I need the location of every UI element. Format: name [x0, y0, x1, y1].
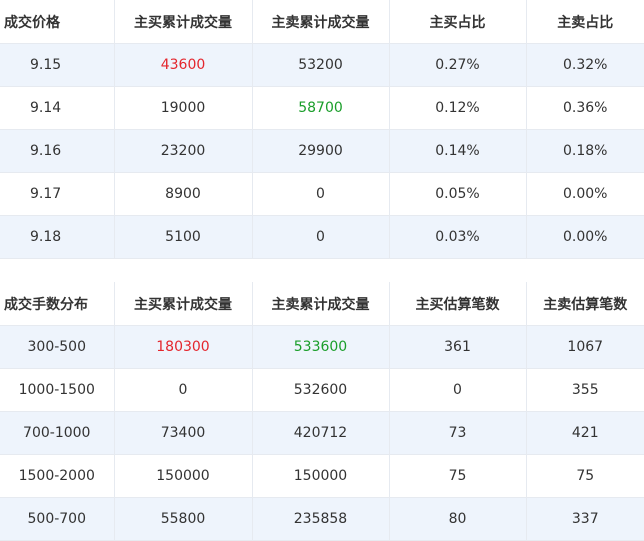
lot-range-cell: 700-1000 — [0, 411, 114, 455]
header-buy-volume[interactable]: 主买累计成交量 — [113, 282, 252, 326]
sell-ratio-cell: 0.36% — [525, 86, 644, 130]
buy-volume-cell: 19000 — [113, 86, 252, 130]
sell-ratio-cell: 0.00% — [525, 172, 644, 216]
table-row: 9.17 8900 0 0.05% 0.00% — [0, 172, 644, 216]
table-row: 700-1000 73400 420712 73 421 — [0, 411, 644, 455]
sell-volume-cell: 53200 — [251, 43, 389, 87]
sell-ratio-cell: 0.00% — [525, 215, 644, 259]
header-buy-volume[interactable]: 主买累计成交量 — [113, 0, 252, 44]
buy-volume-cell: 0 — [113, 368, 252, 412]
buy-ratio-cell: 0.03% — [388, 215, 526, 259]
sell-volume-cell: 420712 — [251, 411, 389, 455]
sell-count-cell: 355 — [525, 368, 644, 412]
header-sell-count[interactable]: 主卖估算笔数 — [525, 282, 644, 326]
table-header-row: 成交价格 主买累计成交量 主卖累计成交量 主买占比 主卖占比 — [0, 0, 644, 44]
buy-count-cell: 361 — [388, 325, 526, 369]
table-row: 500-700 55800 235858 80 337 — [0, 497, 644, 541]
table-row: 300-500 180300 533600 361 1067 — [0, 325, 644, 369]
buy-volume-cell: 150000 — [113, 454, 252, 498]
buy-volume-cell: 5100 — [113, 215, 252, 259]
lot-range-cell: 1000-1500 — [0, 368, 114, 412]
section-gap — [0, 261, 644, 282]
header-sell-volume[interactable]: 主卖累计成交量 — [251, 0, 389, 44]
header-sell-volume[interactable]: 主卖累计成交量 — [251, 282, 389, 326]
buy-volume-cell: 180300 — [113, 325, 252, 369]
sell-count-cell: 1067 — [525, 325, 644, 369]
sell-volume-cell: 150000 — [251, 454, 389, 498]
price-cell: 9.17 — [0, 172, 114, 216]
table-row: 9.18 5100 0 0.03% 0.00% — [0, 215, 644, 259]
buy-ratio-cell: 0.27% — [388, 43, 526, 87]
header-buy-ratio[interactable]: 主买占比 — [388, 0, 526, 44]
price-distribution-table: 成交价格 主买累计成交量 主卖累计成交量 主买占比 主卖占比 9.15 4360… — [0, 0, 644, 259]
table-row: 1000-1500 0 532600 0 355 — [0, 368, 644, 412]
sell-volume-cell: 532600 — [251, 368, 389, 412]
sell-count-cell: 75 — [525, 454, 644, 498]
buy-count-cell: 0 — [388, 368, 526, 412]
buy-volume-cell: 43600 — [113, 43, 252, 87]
table-row: 9.15 43600 53200 0.27% 0.32% — [0, 43, 644, 87]
sell-volume-cell: 235858 — [251, 497, 389, 541]
buy-count-cell: 75 — [388, 454, 526, 498]
buy-volume-cell: 73400 — [113, 411, 252, 455]
sell-volume-cell: 29900 — [251, 129, 389, 173]
lot-range-cell: 1500-2000 — [0, 454, 114, 498]
price-cell: 9.18 — [0, 215, 114, 259]
price-cell: 9.14 — [0, 86, 114, 130]
table-row: 1500-2000 150000 150000 75 75 — [0, 454, 644, 498]
sell-ratio-cell: 0.32% — [525, 43, 644, 87]
sell-volume-cell: 58700 — [251, 86, 389, 130]
buy-volume-cell: 8900 — [113, 172, 252, 216]
lot-size-distribution-table: 成交手数分布 主买累计成交量 主卖累计成交量 主买估算笔数 主卖估算笔数 300… — [0, 282, 644, 541]
price-cell: 9.15 — [0, 43, 114, 87]
buy-volume-cell: 23200 — [113, 129, 252, 173]
sell-count-cell: 421 — [525, 411, 644, 455]
sell-count-cell: 337 — [525, 497, 644, 541]
buy-volume-cell: 55800 — [113, 497, 252, 541]
lot-range-cell: 500-700 — [0, 497, 114, 541]
buy-count-cell: 80 — [388, 497, 526, 541]
table-row: 9.14 19000 58700 0.12% 0.36% — [0, 86, 644, 130]
buy-ratio-cell: 0.14% — [388, 129, 526, 173]
sell-volume-cell: 533600 — [251, 325, 389, 369]
buy-ratio-cell: 0.05% — [388, 172, 526, 216]
header-price[interactable]: 成交价格 — [0, 0, 114, 44]
lot-range-cell: 300-500 — [0, 325, 114, 369]
table-header-row: 成交手数分布 主买累计成交量 主卖累计成交量 主买估算笔数 主卖估算笔数 — [0, 282, 644, 326]
table-row: 9.16 23200 29900 0.14% 0.18% — [0, 129, 644, 173]
header-sell-ratio[interactable]: 主卖占比 — [525, 0, 644, 44]
header-buy-count[interactable]: 主买估算笔数 — [388, 282, 526, 326]
sell-volume-cell: 0 — [251, 172, 389, 216]
header-lot-range[interactable]: 成交手数分布 — [0, 282, 114, 326]
sell-ratio-cell: 0.18% — [525, 129, 644, 173]
price-cell: 9.16 — [0, 129, 114, 173]
buy-ratio-cell: 0.12% — [388, 86, 526, 130]
buy-count-cell: 73 — [388, 411, 526, 455]
sell-volume-cell: 0 — [251, 215, 389, 259]
